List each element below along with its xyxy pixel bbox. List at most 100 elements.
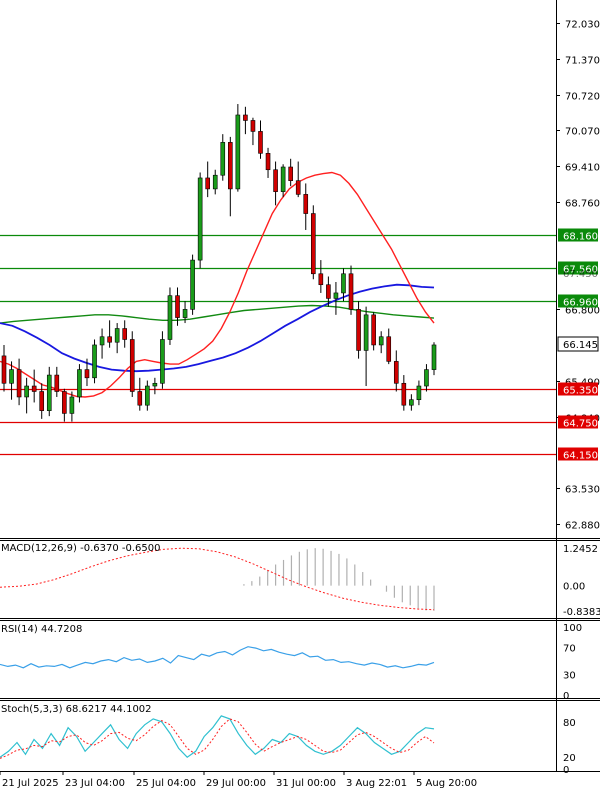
candle: [333, 281, 339, 315]
candle: [24, 377, 29, 414]
candle: [416, 380, 422, 406]
candle-body: [16, 369, 22, 398]
candle-body: [137, 391, 143, 406]
candle-body: [416, 385, 422, 401]
candle-body: [129, 339, 135, 392]
candle: [114, 323, 120, 354]
candle-body: [212, 174, 218, 190]
candle-body: [107, 336, 112, 343]
price-tick-label: 68.760: [565, 199, 600, 210]
price-tick-label: 72.030: [565, 20, 600, 31]
time-tick-label: 29 Jul 00:00: [206, 778, 266, 788]
ma-slow-line: [0, 304, 435, 324]
stoch-panel: 80 200: [0, 715, 576, 776]
candle-body: [333, 292, 339, 299]
candle: [129, 331, 135, 397]
macd-panel: 1.2452 0.00 -0.8383: [0, 544, 600, 618]
candle-body: [310, 213, 316, 275]
candle: [220, 134, 226, 181]
candle: [54, 366, 60, 397]
candle: [431, 342, 437, 376]
candle-body: [160, 339, 165, 384]
moving-averages-layer: [0, 171, 435, 398]
candle-body: [114, 328, 120, 343]
stoch-title: Stoch(5,3,3) 68.6217 44.1002: [1, 704, 152, 715]
candle-body: [401, 382, 407, 406]
candles-layer: [1, 104, 437, 422]
candle: [16, 358, 22, 406]
candle: [39, 383, 45, 419]
candle: [273, 161, 278, 206]
candle-body: [326, 284, 331, 299]
candle: [92, 339, 97, 384]
candle-body: [54, 374, 60, 392]
candle: [152, 377, 158, 395]
price-tick-label: 70.720: [565, 92, 600, 103]
candle: [258, 120, 263, 159]
candle: [46, 366, 52, 417]
panel-frames: [0, 0, 600, 772]
price-tick-label: 62.880: [565, 521, 600, 532]
candle-body: [273, 169, 278, 192]
candle: [348, 265, 354, 315]
current-price-marker: 66.145: [557, 336, 599, 352]
level-label: 66.960: [563, 298, 598, 309]
rsi-tick-label: 100: [563, 623, 582, 634]
rsi-tick-label: 70: [563, 643, 576, 654]
macd-tick-label: 1.2452: [563, 544, 598, 555]
macd-tick-label: 0.00: [563, 582, 585, 593]
time-tick-label: 31 Jul 00:00: [276, 778, 336, 788]
rsi-tick-label: 0: [563, 691, 569, 702]
candle: [386, 328, 392, 365]
rsi-line: [0, 646, 435, 669]
candle: [205, 161, 210, 198]
candle-body: [258, 131, 263, 154]
candle-body: [386, 336, 392, 362]
levels-layer: [0, 234, 556, 456]
candle: [31, 369, 37, 403]
candle-body: [280, 166, 286, 192]
level-label: 64.750: [563, 419, 598, 430]
price-tick-label: 69.410: [565, 163, 600, 174]
price-tick-label: 71.370: [565, 56, 600, 67]
time-tick-label: 23 Jul 04:00: [65, 778, 125, 788]
candle: [99, 328, 105, 359]
candle-body: [24, 385, 29, 398]
candle-body: [122, 328, 128, 340]
candle-body: [295, 180, 301, 195]
candle-body: [39, 391, 45, 411]
candle-body: [99, 336, 105, 346]
candle-body: [341, 273, 346, 294]
candle-body: [303, 194, 309, 214]
candle: [280, 164, 286, 198]
rsi-title: RSI(14) 44.7208: [1, 624, 82, 635]
candle-body: [205, 177, 210, 190]
candle-body: [409, 399, 414, 406]
candle-body: [220, 142, 226, 176]
candle-body: [243, 114, 248, 121]
candle-body: [46, 374, 52, 411]
current-price-label: 66.145: [563, 340, 598, 351]
candle: [371, 312, 376, 351]
candle-body: [9, 369, 14, 384]
stoch-tick-label: 0: [563, 765, 569, 776]
time-tick-label: 3 Aug 22:01: [346, 778, 407, 788]
candle: [122, 320, 128, 348]
candle: [167, 287, 173, 345]
macd-signal-line: [0, 547, 435, 611]
candle-body: [250, 120, 256, 132]
candle: [228, 136, 233, 217]
candle: [62, 388, 67, 422]
candle: [409, 394, 414, 411]
candle: [265, 147, 271, 178]
time-tick-label: 5 Aug 20:00: [416, 778, 477, 788]
candle: [378, 331, 384, 354]
candle-body: [145, 385, 150, 406]
candle-body: [318, 273, 324, 286]
macd-title: MACD(12,26,9) -0.6370 -0.6500: [1, 543, 161, 554]
candle-body: [152, 382, 158, 387]
time-tick-label: 21 Jul 2025: [2, 778, 59, 788]
candle-body: [84, 369, 90, 379]
candle: [401, 375, 407, 411]
candle-body: [288, 166, 293, 181]
